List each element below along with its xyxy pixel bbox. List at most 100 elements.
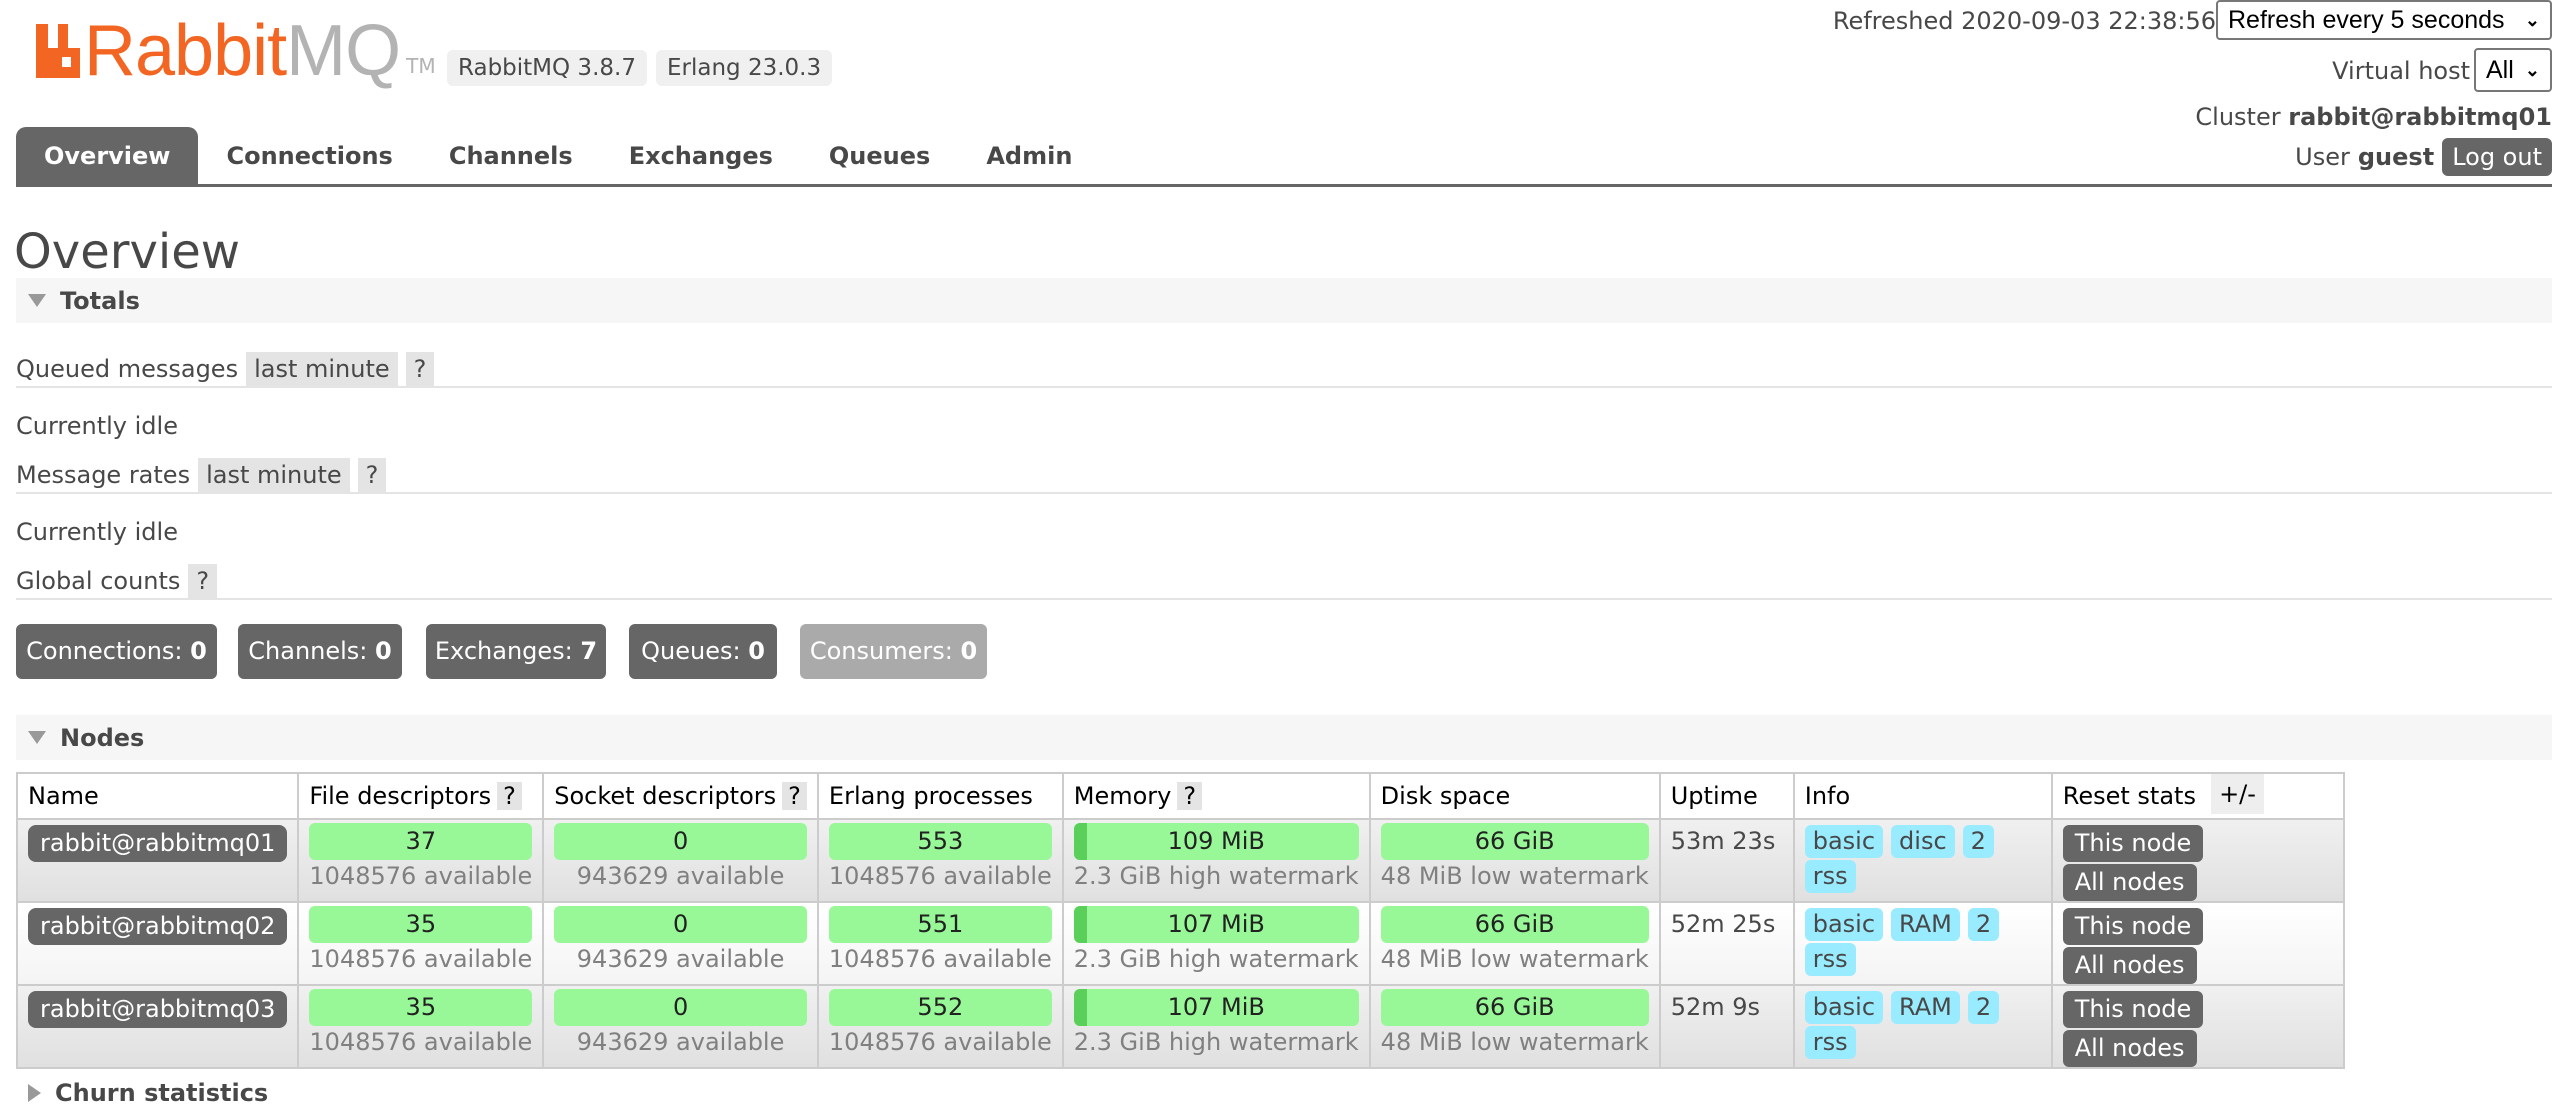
column-header-reset-stats[interactable]: Reset stats <box>2050 772 2345 820</box>
node-name-link[interactable]: rabbit@rabbitmq03 <box>28 991 288 1028</box>
reset-this-node-button[interactable]: This node <box>2062 908 2204 945</box>
column-label: Reset stats <box>2062 782 2196 810</box>
info-badge[interactable]: basic <box>1804 991 1884 1024</box>
column-header-socket-descriptors[interactable]: Socket descriptors? <box>542 772 819 820</box>
triangle-down-icon <box>28 731 46 744</box>
disk-space-value: 66 GiB <box>1474 827 1555 855</box>
info-badge[interactable]: RAM <box>1891 908 1960 941</box>
info-badge[interactable]: rss <box>1804 943 1856 976</box>
table-header-row: Name File descriptors? Socket descriptor… <box>15 772 2345 820</box>
nodes-section-header[interactable]: Nodes <box>16 715 2552 760</box>
tab-queues[interactable]: Queues <box>801 127 958 185</box>
info-badge[interactable]: basic <box>1804 825 1884 858</box>
help-icon[interactable]: ? <box>782 782 807 810</box>
count-value: 0 <box>375 637 392 665</box>
info-badge[interactable]: 2 <box>1967 991 2000 1024</box>
reset-all-nodes-button[interactable]: All nodes <box>2062 947 2197 984</box>
socket-descriptors-bar: 0 <box>554 823 807 860</box>
memory-bar-fill <box>1073 989 1087 1026</box>
column-label: File descriptors <box>309 782 492 810</box>
global-counts-help[interactable]: ? <box>188 564 218 598</box>
tab-underline <box>16 184 2552 187</box>
tab-overview[interactable]: Overview <box>16 127 199 185</box>
queued-messages-help[interactable]: ? <box>405 352 435 386</box>
info-badge[interactable]: disc <box>1891 825 1955 858</box>
node-name-link[interactable]: rabbit@rabbitmq02 <box>28 908 288 945</box>
file-descriptors-cell: 37 1048576 available <box>297 818 545 903</box>
node-name-link[interactable]: rabbit@rabbitmq01 <box>28 825 288 862</box>
refresh-interval-select[interactable]: Refresh every 5 seconds ⌄ <box>2216 0 2552 40</box>
erlang-processes-value: 552 <box>917 993 964 1021</box>
info-badge[interactable]: rss <box>1804 1026 1856 1059</box>
uptime-cell: 52m 25s <box>1658 901 1795 986</box>
info-badge[interactable]: 2 <box>1962 825 1994 858</box>
erlang-processes-value: 553 <box>917 827 964 855</box>
column-header-erlang-processes[interactable]: Erlang processes <box>816 772 1064 820</box>
virtual-host-select[interactable]: All ⌄ <box>2474 48 2552 92</box>
memory-bar: 107 MiB <box>1073 906 1359 943</box>
memory-cell: 107 MiB 2.3 GiB high watermark <box>1061 984 1371 1069</box>
column-header-name[interactable]: Name <box>15 772 300 820</box>
erlang-processes-cell: 552 1048576 available <box>816 984 1064 1069</box>
column-header-info[interactable]: Info <box>1792 772 2053 820</box>
reset-all-nodes-button[interactable]: All nodes <box>2062 1030 2197 1067</box>
info-badge[interactable]: RAM <box>1891 991 1960 1024</box>
count-value: 0 <box>190 637 207 665</box>
memory-value: 107 MiB <box>1167 993 1265 1021</box>
message-rates-range-selector[interactable]: last minute <box>198 458 350 492</box>
uptime-value: 52m 25s <box>1670 910 1776 938</box>
column-header-uptime[interactable]: Uptime <box>1658 772 1795 820</box>
memory-subtext: 2.3 GiB high watermark <box>1073 945 1359 973</box>
queues-count-button[interactable]: Queues: 0 <box>629 624 777 679</box>
tab-admin[interactable]: Admin <box>958 127 1100 185</box>
chevron-down-icon: ⌄ <box>2524 59 2540 80</box>
reset-all-nodes-button[interactable]: All nodes <box>2062 864 2197 901</box>
disk-space-cell: 66 GiB 48 MiB low watermark <box>1368 901 1661 986</box>
column-header-file-descriptors[interactable]: File descriptors? <box>297 772 545 820</box>
socket-descriptors-value: 0 <box>672 910 689 938</box>
connections-count-button[interactable]: Connections: 0 <box>16 624 217 679</box>
triangle-right-icon <box>28 1083 41 1102</box>
reset-this-node-button[interactable]: This node <box>2062 991 2204 1028</box>
table-row: rabbit@rabbitmq01 37 1048576 available 0… <box>15 818 2345 903</box>
reset-stats-cell: This nodeAll nodes <box>2050 901 2345 986</box>
socket-descriptors-bar: 0 <box>554 906 807 943</box>
disk-space-subtext: 48 MiB low watermark <box>1380 862 1649 890</box>
help-icon[interactable]: ? <box>497 782 522 810</box>
chevron-down-icon: ⌄ <box>2524 9 2540 30</box>
column-header-memory[interactable]: Memory? <box>1061 772 1371 820</box>
queued-messages-status: Currently idle <box>16 412 178 440</box>
tab-connections[interactable]: Connections <box>198 127 420 185</box>
consumers-count-button[interactable]: Consumers: 0 <box>800 624 987 679</box>
reset-stats-cell: This nodeAll nodes <box>2050 818 2345 903</box>
logo-trademark: TM <box>406 54 436 78</box>
toggle-columns-button[interactable]: +/- <box>2211 774 2264 814</box>
message-rates-help[interactable]: ? <box>357 458 387 492</box>
socket-descriptors-bar: 0 <box>554 989 807 1026</box>
socket-descriptors-value: 0 <box>672 827 689 855</box>
info-badge[interactable]: basic <box>1804 908 1884 941</box>
disk-space-cell: 66 GiB 48 MiB low watermark <box>1368 818 1661 903</box>
reset-this-node-button[interactable]: This node <box>2062 825 2204 862</box>
logout-button[interactable]: Log out <box>2442 138 2552 176</box>
help-icon[interactable]: ? <box>1177 782 1203 810</box>
churn-statistics-section-header[interactable]: Churn statistics <box>16 1070 2552 1115</box>
tab-exchanges[interactable]: Exchanges <box>601 127 801 185</box>
tab-channels[interactable]: Channels <box>421 127 601 185</box>
memory-bar: 107 MiB <box>1073 989 1359 1026</box>
column-header-disk-space[interactable]: Disk space <box>1368 772 1661 820</box>
count-label: Exchanges: <box>434 637 573 665</box>
user-info: User guest Log out <box>2295 138 2552 176</box>
info-cell: basic RAM 2 rss <box>1792 901 2053 986</box>
node-name-cell: rabbit@rabbitmq01 <box>15 818 300 903</box>
nodes-title: Nodes <box>60 723 145 752</box>
memory-bar: 109 MiB <box>1073 823 1359 860</box>
file-descriptors-subtext: 1048576 available <box>309 862 533 890</box>
virtual-host-label: Virtual host <box>2332 57 2470 85</box>
queued-messages-range-selector[interactable]: last minute <box>246 352 398 386</box>
totals-section-header[interactable]: Totals <box>16 278 2552 323</box>
info-badge[interactable]: 2 <box>1967 908 2000 941</box>
info-badge[interactable]: rss <box>1804 860 1856 893</box>
exchanges-count-button[interactable]: Exchanges: 7 <box>426 624 606 679</box>
channels-count-button[interactable]: Channels: 0 <box>238 624 402 679</box>
